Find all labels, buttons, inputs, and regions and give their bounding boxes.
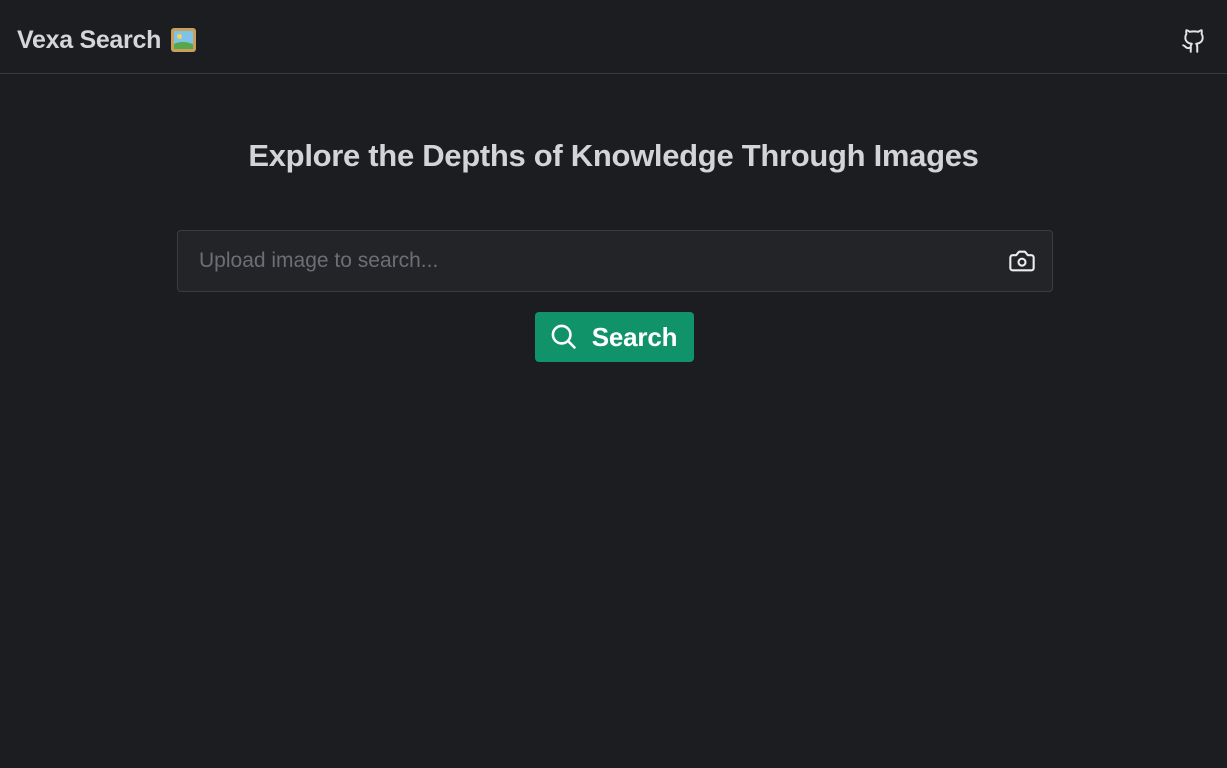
brand[interactable]: Vexa Search (17, 24, 197, 56)
search-icon (551, 324, 576, 349)
search-button[interactable]: Search (535, 312, 694, 362)
search-button-label: Search (591, 321, 678, 352)
search-input[interactable] (178, 231, 988, 291)
page-title: Explore the Depths of Knowledge Through … (248, 138, 979, 173)
framed-picture-icon (171, 28, 197, 52)
github-icon[interactable] (1181, 28, 1207, 54)
brand-title: Vexa Search (17, 25, 162, 54)
image-search-box[interactable] (177, 230, 1053, 292)
camera-icon[interactable] (1008, 247, 1036, 275)
top-bar: Vexa Search (0, 0, 1227, 74)
